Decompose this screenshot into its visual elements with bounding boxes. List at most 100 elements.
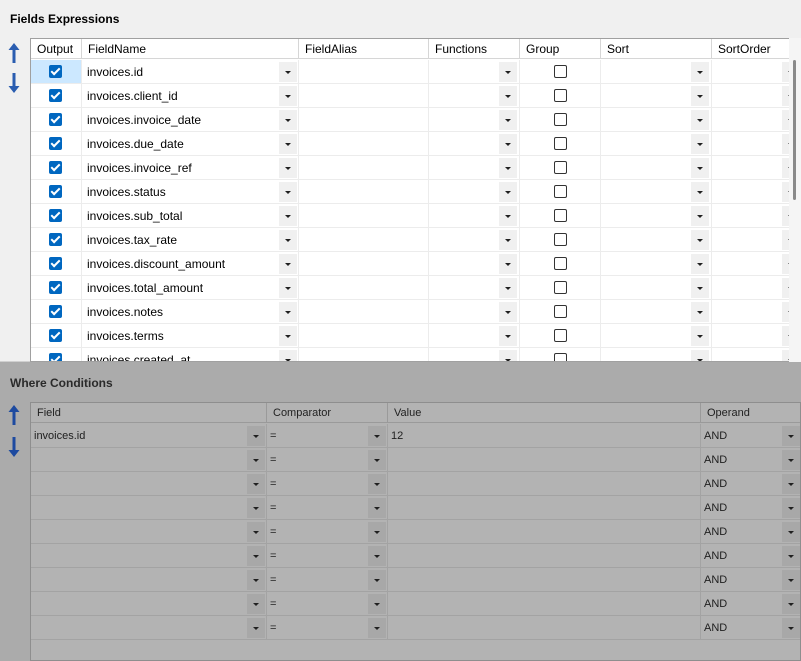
chevron-down-icon[interactable] [499,62,517,82]
condition-comparator-cell[interactable]: = [267,568,388,592]
output-checkbox[interactable] [49,305,62,318]
group-cell[interactable] [520,276,601,300]
condition-value-cell[interactable] [388,472,701,496]
functions-cell[interactable] [429,252,520,276]
sortorder-cell[interactable] [712,204,800,228]
output-checkbox[interactable] [49,89,62,102]
chevron-down-icon[interactable] [691,110,709,130]
chevron-down-icon[interactable] [279,230,297,250]
sort-cell[interactable] [601,300,712,324]
condition-operand-cell[interactable]: AND [701,616,800,640]
functions-cell[interactable] [429,204,520,228]
sortorder-cell[interactable] [712,108,800,132]
where-grid[interactable]: Field Comparator Value Operand invoices.… [30,402,801,661]
col-header-sortorder[interactable]: SortOrder [712,39,800,59]
chevron-down-icon[interactable] [368,618,386,638]
condition-comparator-cell[interactable]: = [267,424,388,448]
group-checkbox[interactable] [554,161,567,174]
chevron-down-icon[interactable] [691,254,709,274]
condition-row[interactable]: = AND [31,448,800,472]
fieldname-cell[interactable]: invoices.invoice_date [82,108,299,132]
output-checkbox[interactable] [49,65,62,78]
condition-field-cell[interactable] [31,592,267,616]
chevron-down-icon[interactable] [279,278,297,298]
output-cell[interactable] [31,180,82,204]
chevron-down-icon[interactable] [782,450,800,470]
field-row[interactable]: invoices.invoice_ref [31,156,800,180]
group-cell[interactable] [520,228,601,252]
condition-row[interactable]: = AND [31,472,800,496]
fieldname-cell[interactable]: invoices.total_amount [82,276,299,300]
group-checkbox[interactable] [554,329,567,342]
fieldalias-cell[interactable] [299,60,429,84]
condition-operand-cell[interactable]: AND [701,592,800,616]
chevron-down-icon[interactable] [691,278,709,298]
chevron-down-icon[interactable] [368,474,386,494]
condition-value-cell[interactable]: 12 [388,424,701,448]
condition-value-cell[interactable] [388,496,701,520]
chevron-down-icon[interactable] [247,474,265,494]
output-checkbox[interactable] [49,257,62,270]
chevron-down-icon[interactable] [499,134,517,154]
sortorder-cell[interactable] [712,348,800,361]
chevron-down-icon[interactable] [691,206,709,226]
condition-field-cell[interactable] [31,448,267,472]
fieldname-cell[interactable]: invoices.id [82,60,299,84]
fieldname-cell[interactable]: invoices.discount_amount [82,252,299,276]
chevron-down-icon[interactable] [499,302,517,322]
fieldname-cell[interactable]: invoices.status [82,180,299,204]
chevron-down-icon[interactable] [279,110,297,130]
fieldname-cell[interactable]: invoices.terms [82,324,299,348]
chevron-down-icon[interactable] [782,522,800,542]
arrow-up-icon[interactable] [7,42,21,64]
chevron-down-icon[interactable] [279,254,297,274]
group-cell[interactable] [520,132,601,156]
chevron-down-icon[interactable] [691,182,709,202]
field-row[interactable]: invoices.due_date [31,132,800,156]
sort-cell[interactable] [601,204,712,228]
sortorder-cell[interactable] [712,180,800,204]
group-cell[interactable] [520,348,601,361]
functions-cell[interactable] [429,156,520,180]
sort-cell[interactable] [601,228,712,252]
chevron-down-icon[interactable] [499,158,517,178]
functions-cell[interactable] [429,324,520,348]
condition-row[interactable]: = AND [31,520,800,544]
sortorder-cell[interactable] [712,276,800,300]
output-checkbox[interactable] [49,137,62,150]
chevron-down-icon[interactable] [368,594,386,614]
chevron-down-icon[interactable] [782,618,800,638]
condition-value-cell[interactable] [388,592,701,616]
arrow-up-icon[interactable] [7,404,21,426]
fieldalias-cell[interactable] [299,300,429,324]
group-checkbox[interactable] [554,257,567,270]
field-row[interactable]: invoices.invoice_date [31,108,800,132]
col-header-fieldname[interactable]: FieldName [82,39,299,59]
chevron-down-icon[interactable] [691,302,709,322]
chevron-down-icon[interactable] [279,350,297,361]
output-checkbox[interactable] [49,233,62,246]
group-cell[interactable] [520,252,601,276]
col-header-output[interactable]: Output [31,39,82,59]
condition-field-cell[interactable] [31,568,267,592]
chevron-down-icon[interactable] [368,546,386,566]
chevron-down-icon[interactable] [247,618,265,638]
chevron-down-icon[interactable] [247,546,265,566]
condition-operand-cell[interactable]: AND [701,544,800,568]
sortorder-cell[interactable] [712,84,800,108]
output-cell[interactable] [31,84,82,108]
condition-row[interactable]: = AND [31,496,800,520]
condition-operand-cell[interactable]: AND [701,496,800,520]
chevron-down-icon[interactable] [691,62,709,82]
chevron-down-icon[interactable] [782,474,800,494]
group-checkbox[interactable] [554,305,567,318]
col-header-sort[interactable]: Sort [601,39,712,59]
fieldname-cell[interactable]: invoices.invoice_ref [82,156,299,180]
functions-cell[interactable] [429,276,520,300]
group-checkbox[interactable] [554,89,567,102]
fieldalias-cell[interactable] [299,276,429,300]
output-checkbox[interactable] [49,329,62,342]
group-checkbox[interactable] [554,209,567,222]
output-cell[interactable] [31,348,82,361]
condition-operand-cell[interactable]: AND [701,472,800,496]
